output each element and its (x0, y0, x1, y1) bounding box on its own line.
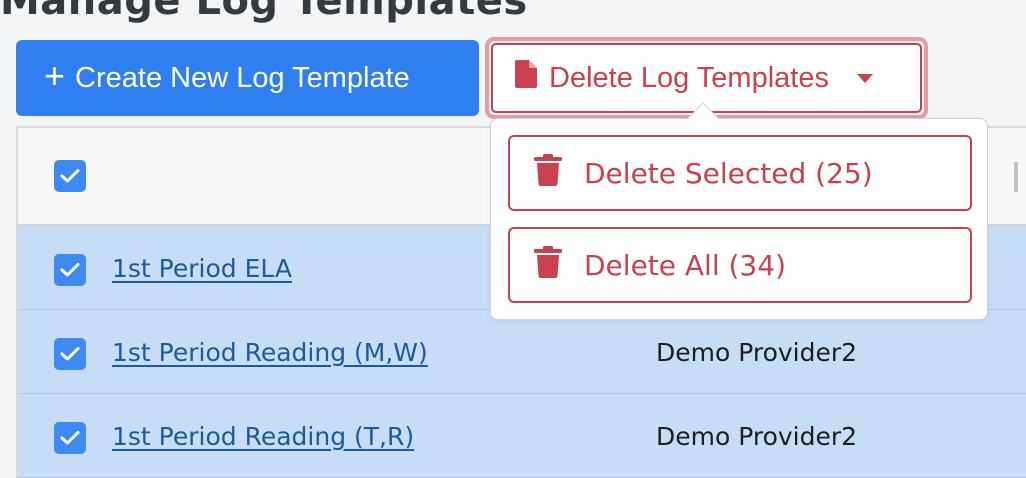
row-checkbox[interactable] (54, 338, 86, 370)
page: Manage Log Templates + Create New Log Te… (0, 0, 1026, 478)
delete-dropdown-menu: Delete Selected (25) Delete All (34) (490, 102, 988, 320)
table-row[interactable]: 1st Period Reading (M,W) Demo Provider2 (18, 310, 1026, 394)
page-title: Manage Log Templates (0, 0, 528, 24)
delete-button-label: Delete Log Templates (549, 61, 829, 94)
provider-cell: Demo Provider2 (656, 422, 858, 451)
template-name-link[interactable]: 1st Period Reading (T,R) (112, 422, 414, 451)
chevron-down-icon (856, 73, 873, 83)
check-icon (60, 169, 80, 183)
delete-all-label: Delete All (34) (584, 248, 786, 282)
table-row[interactable]: 1st Period Reading (T,R) Demo Provider2 (18, 394, 1026, 478)
delete-log-templates-button[interactable]: Delete Log Templates (491, 43, 922, 113)
create-button-label: Create New Log Template (75, 61, 410, 94)
trash-icon (534, 245, 562, 285)
delete-all-button[interactable]: Delete All (34) (508, 227, 972, 303)
provider-cell: Demo Provider2 (656, 338, 858, 367)
check-icon (60, 347, 80, 361)
check-icon (60, 263, 80, 277)
file-icon (515, 60, 537, 96)
column-divider (1014, 162, 1018, 192)
delete-selected-label: Delete Selected (25) (584, 156, 873, 190)
delete-selected-button[interactable]: Delete Selected (25) (508, 135, 972, 211)
row-checkbox[interactable] (54, 254, 86, 286)
check-icon (60, 431, 80, 445)
select-all-checkbox[interactable] (54, 160, 86, 192)
template-name-link[interactable]: 1st Period ELA (112, 254, 292, 283)
trash-icon (534, 153, 562, 193)
template-name-link[interactable]: 1st Period Reading (M,W) (112, 338, 428, 367)
plus-icon: + (44, 55, 66, 96)
row-checkbox[interactable] (54, 422, 86, 454)
create-log-template-button[interactable]: + Create New Log Template (16, 40, 479, 116)
